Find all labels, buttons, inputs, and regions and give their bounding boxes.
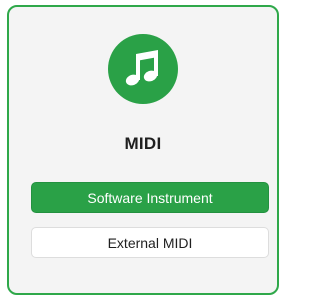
software-instrument-button[interactable]: Software Instrument [31, 182, 269, 213]
external-midi-button[interactable]: External MIDI [31, 227, 269, 258]
midi-option-card[interactable]: MIDI Software Instrument External MIDI [7, 5, 279, 295]
music-note-icon [125, 50, 158, 86]
midi-icon-badge [108, 34, 178, 104]
card-title: MIDI [124, 134, 162, 153]
